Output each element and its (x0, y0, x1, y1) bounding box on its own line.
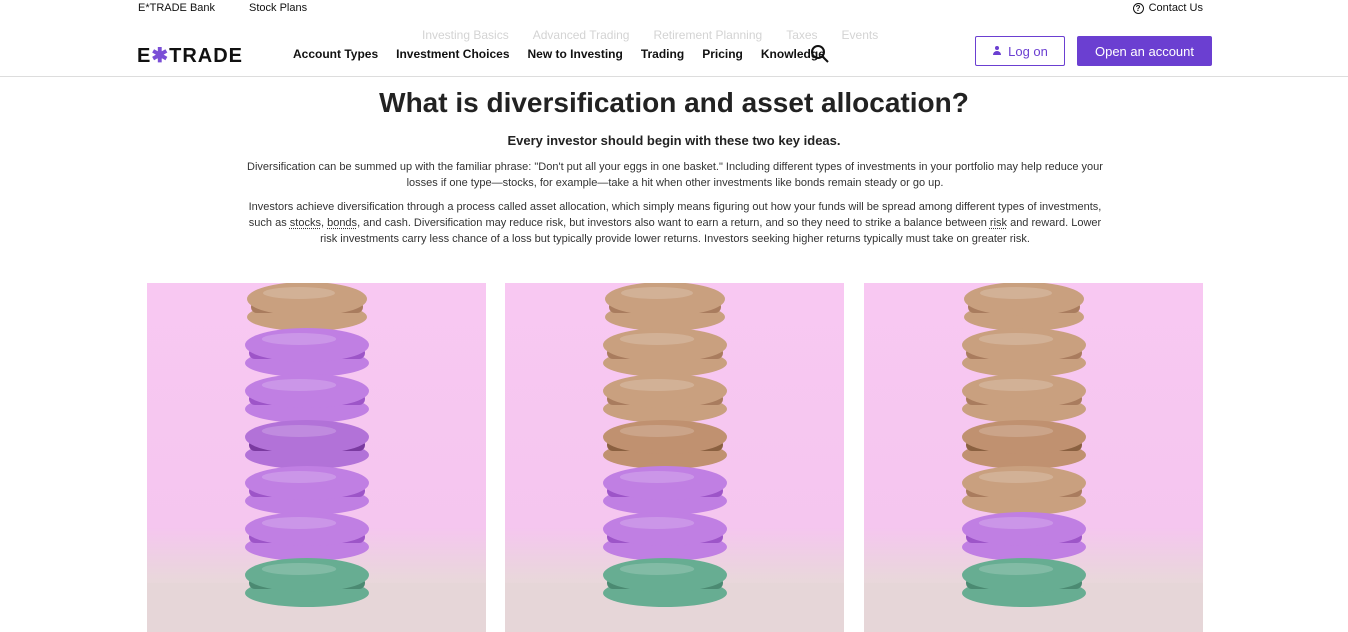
main-header: Investing Basics Advanced Trading Retire… (0, 18, 1348, 77)
macaron (245, 558, 369, 607)
stocks-link[interactable]: stocks (290, 217, 321, 229)
macaron (245, 328, 369, 377)
nav-pricing[interactable]: Pricing (702, 47, 743, 61)
macaron (962, 328, 1086, 377)
macaron (603, 328, 727, 377)
risk-link[interactable]: risk (990, 217, 1007, 229)
logo-letter: E (137, 45, 152, 67)
macaron (603, 374, 727, 423)
macaron (962, 374, 1086, 423)
paragraph-asset-allocation: Investors achieve diversification throug… (240, 199, 1110, 247)
nav-trading[interactable]: Trading (641, 47, 684, 61)
paragraph-text: , and cash. Diversification may reduce r… (357, 217, 990, 229)
macaron (603, 466, 727, 515)
macaron (247, 283, 367, 331)
search-icon[interactable] (810, 44, 830, 64)
log-on-button[interactable]: Log on (975, 36, 1065, 66)
macaron-stack-drawing (147, 283, 486, 632)
utility-bar: E*TRADE Bank Stock Plans ? Contact Us (0, 0, 1348, 18)
macaron (603, 420, 727, 469)
macaron (962, 558, 1086, 607)
ghost-nav-item[interactable]: Advanced Trading (533, 28, 630, 42)
macaron (245, 374, 369, 423)
macaron (603, 558, 727, 607)
logo-star-icon: ✱ (151, 45, 170, 67)
macaron (603, 512, 727, 561)
secondary-nav-faded: Investing Basics Advanced Trading Retire… (422, 28, 878, 42)
etrade-bank-link[interactable]: E*TRADE Bank (138, 2, 215, 14)
macaron (962, 512, 1086, 561)
page-subtitle: Every investor should begin with these t… (507, 133, 841, 148)
help-circle-icon: ? (1132, 2, 1144, 14)
macaron (245, 466, 369, 515)
ghost-nav-item[interactable]: Taxes (786, 28, 817, 42)
nav-new-to-investing[interactable]: New to Investing (528, 47, 623, 61)
bonds-link[interactable]: bonds (327, 217, 357, 229)
primary-nav: Account Types Investment Choices New to … (293, 47, 825, 61)
macaron-stack-image (147, 283, 486, 632)
macaron (245, 420, 369, 469)
nav-investment-choices[interactable]: Investment Choices (396, 47, 509, 61)
macaron (964, 283, 1084, 331)
macaron (962, 420, 1086, 469)
contact-us-label: Contact Us (1148, 2, 1203, 14)
page-title: What is diversification and asset alloca… (379, 87, 969, 118)
ghost-nav-item[interactable]: Investing Basics (422, 28, 509, 42)
logo-text: TRADE (169, 45, 243, 67)
macaron-stack-drawing (505, 283, 844, 632)
nav-account-types[interactable]: Account Types (293, 47, 378, 61)
paragraph-diversification: Diversification can be summed up with th… (247, 161, 1103, 189)
contact-us-link[interactable]: ? Contact Us (1132, 2, 1203, 14)
macaron-stack-drawing (864, 283, 1203, 632)
etrade-logo[interactable]: E✱TRADE (137, 43, 243, 68)
macaron-stack-image (864, 283, 1203, 632)
macaron-stack-image (505, 283, 844, 632)
macaron (962, 466, 1086, 515)
stock-plans-link[interactable]: Stock Plans (249, 2, 307, 14)
ghost-nav-item[interactable]: Events (842, 28, 879, 42)
ghost-nav-item[interactable]: Retirement Planning (653, 28, 762, 42)
log-on-label: Log on (1008, 43, 1048, 59)
user-icon (992, 46, 1002, 56)
macaron (245, 512, 369, 561)
open-account-button[interactable]: Open an account (1077, 36, 1212, 66)
macaron (605, 283, 725, 331)
